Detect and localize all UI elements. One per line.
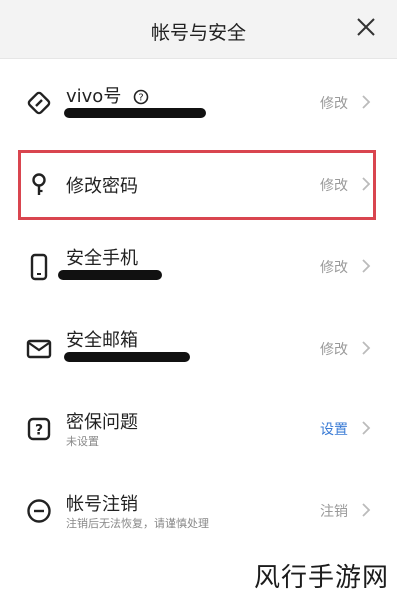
deactivate-action[interactable]: 注销 — [320, 501, 348, 521]
minus-circle-icon — [27, 499, 51, 523]
row-change-password[interactable]: 修改密码 修改 — [0, 144, 397, 226]
row-label: 密保问题 — [66, 412, 138, 433]
row-label: 安全手机 — [66, 248, 138, 269]
tag-icon — [27, 91, 51, 115]
phone-icon — [30, 253, 48, 281]
redacted-phone — [58, 270, 162, 280]
mail-icon — [26, 339, 52, 359]
chevron-right-icon — [362, 177, 371, 191]
row-account-deletion[interactable]: 帐号注销 注销后无法恢复，请谨慎处理 注销 — [0, 470, 397, 552]
title-bar: 帐号与安全 — [0, 0, 397, 59]
edit-action[interactable]: 修改 — [320, 257, 348, 277]
row-label: vivo号 ? — [66, 82, 149, 108]
chevron-right-icon — [362, 421, 371, 435]
page-title: 帐号与安全 — [150, 22, 246, 44]
redacted-email — [64, 352, 190, 362]
row-label: 安全邮箱 — [66, 330, 138, 351]
chevron-right-icon — [362, 95, 371, 109]
edit-action[interactable]: 修改 — [320, 93, 348, 113]
chevron-right-icon — [362, 503, 371, 517]
row-label: 帐号注销 — [66, 494, 138, 515]
row-security-email[interactable]: 安全邮箱 修改 — [0, 308, 397, 390]
row-vivo-id[interactable]: vivo号 ? 修改 — [0, 62, 397, 144]
chevron-right-icon — [362, 259, 371, 273]
row-label: 修改密码 — [66, 176, 138, 197]
svg-text:?: ? — [138, 93, 143, 104]
set-action[interactable]: 设置 — [320, 419, 348, 439]
key-icon — [32, 173, 46, 195]
help-icon[interactable]: ? — [133, 89, 149, 105]
edit-action[interactable]: 修改 — [320, 175, 348, 195]
chevron-right-icon — [362, 341, 371, 355]
row-sublabel: 注销后无法恢复，请谨慎处理 — [66, 517, 209, 530]
row-security-question[interactable]: ? 密保问题 未设置 设置 — [0, 388, 397, 470]
close-icon[interactable] — [355, 16, 377, 38]
watermark: 风行手游网 — [253, 563, 389, 593]
svg-text:?: ? — [35, 423, 43, 439]
row-sublabel: 未设置 — [66, 435, 99, 448]
redacted-id — [64, 108, 206, 118]
question-icon: ? — [27, 417, 51, 441]
row-security-phone[interactable]: 安全手机 修改 — [0, 226, 397, 308]
edit-action[interactable]: 修改 — [320, 339, 348, 359]
